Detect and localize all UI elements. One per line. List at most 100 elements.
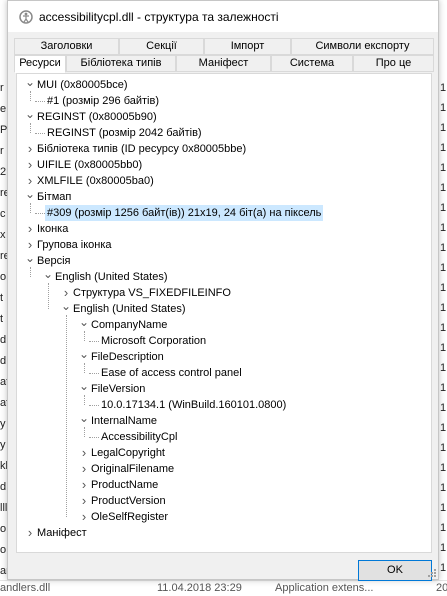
tree-guide-line: [48, 283, 49, 309]
tree-node-label: CompanyName: [91, 319, 168, 331]
tree-node-label: Бітмап: [37, 191, 72, 203]
background-text-fragment: y: [0, 418, 6, 430]
tree-guide-line: [30, 203, 31, 213]
tab-system[interactable]: Система: [271, 55, 353, 72]
background-text-fragment: c: [0, 208, 6, 220]
background-file-size: 20: [436, 582, 447, 594]
tree-connector: [89, 341, 99, 342]
background-text-fragment: 1: [440, 362, 447, 374]
tree-node[interactable]: ⌄ Бітмап: [17, 188, 431, 205]
tab-about[interactable]: Про це: [353, 55, 434, 72]
background-text-fragment: 1: [440, 342, 447, 354]
tree-node[interactable]: #309 (розмір 1256 байт(ів)) 21x19, 24 бі…: [17, 205, 431, 221]
ok-button[interactable]: OK: [358, 560, 432, 581]
background-text-fragment: 1: [440, 122, 447, 134]
tree-node[interactable]: ⌄ REGINST (0x80005b90): [17, 108, 431, 125]
tree-node[interactable]: › Іконка: [17, 221, 431, 237]
tree-node[interactable]: › Структура VS_FIXEDFILEINFO: [17, 285, 431, 301]
tree-node[interactable]: REGINST (розмір 2042 байтів): [17, 125, 431, 141]
tree-node[interactable]: › Групова іконка: [17, 237, 431, 253]
tree-node-label: #309 (розмір 1256 байт(ів)) 21x19, 24 бі…: [45, 205, 324, 221]
tree-node-label: #1 (розмір 296 байтів): [47, 95, 159, 107]
window-title: accessibilitycpl.dll - структура та зале…: [39, 10, 279, 24]
tree-node[interactable]: › LegalCopyright: [17, 445, 431, 461]
tree-connector: [35, 213, 45, 214]
tree-node-label: FileDescription: [91, 351, 164, 363]
tab-resources[interactable]: Ресурси: [14, 55, 66, 73]
tree-node-label: 10.0.17134.1 (WinBuild.160101.0800): [101, 399, 287, 411]
tab-imports[interactable]: Імпорт: [204, 38, 291, 55]
tab-manifest[interactable]: Маніфест: [176, 55, 271, 72]
tree-node[interactable]: › UIFILE (0x80005bb0): [17, 157, 431, 173]
tree-node-label: UIFILE (0x80005bb0): [37, 159, 143, 171]
tree-node-label: OriginalFilename: [91, 463, 175, 475]
tree-node[interactable]: ⌄ FileVersion: [17, 380, 431, 397]
chevron-right-icon[interactable]: ›: [79, 509, 89, 525]
background-text-fragment: 1: [440, 262, 447, 274]
tree-node[interactable]: ⌄ MUI (0x80005bce): [17, 76, 431, 93]
chevron-right-icon[interactable]: ›: [79, 445, 89, 461]
tab-type-library[interactable]: Бібліотека типів: [66, 55, 176, 72]
tree-guide-line: [66, 315, 67, 517]
tree-connector: [89, 405, 99, 406]
background-text-fragment: 1: [440, 402, 447, 414]
background-file-name: andlers.dll: [0, 582, 51, 594]
resize-grip-icon[interactable]: [427, 568, 437, 578]
chevron-right-icon[interactable]: ›: [25, 141, 35, 157]
tree-node[interactable]: ⌄ CompanyName: [17, 316, 431, 333]
tree-node-label: Структура VS_FIXEDFILEINFO: [73, 287, 231, 299]
title-bar[interactable]: accessibilitycpl.dll - структура та зале…: [8, 1, 438, 32]
background-text-fragment: 1: [440, 322, 447, 334]
app-icon: [19, 10, 33, 24]
tree-node[interactable]: AccessibilityCpl: [17, 429, 431, 445]
background-text-fragment: 1: [440, 482, 447, 494]
tree-connector: [89, 373, 99, 374]
tree-node-label: AccessibilityCpl: [101, 431, 178, 443]
tab-sections[interactable]: Секції: [119, 38, 204, 55]
tree-node[interactable]: › ProductVersion: [17, 493, 431, 509]
tree-node[interactable]: ⌄ FileDescription: [17, 348, 431, 365]
chevron-right-icon[interactable]: ›: [79, 493, 89, 509]
background-window-left: r e Pr 2 re c x re o t t d d at at y y kl d lll o o ar: [0, 0, 10, 595]
tree-node[interactable]: › ProductName: [17, 477, 431, 493]
tree-connector: [35, 101, 45, 102]
background-text-fragment: 1: [440, 422, 447, 434]
tree-node-label: Microsoft Corporation: [101, 335, 207, 347]
tree-node[interactable]: › Бібліотека типів (ID ресурсу 0x80005bbe…: [17, 141, 431, 157]
background-text-fragment: t: [0, 313, 4, 325]
background-text-fragment: 1: [440, 442, 447, 454]
tree-node[interactable]: ⌄ Версія: [17, 252, 431, 269]
tree-node-label: REGINST (розмір 2042 байтів): [47, 127, 202, 139]
chevron-right-icon[interactable]: ›: [25, 525, 35, 541]
background-text-fragment: y: [0, 439, 6, 451]
background-text-fragment: 1: [440, 282, 447, 294]
tree-node[interactable]: › XMLFILE (0x80005ba0): [17, 173, 431, 189]
tree-node[interactable]: › Маніфест: [17, 525, 431, 541]
background-text-fragment: 1: [440, 522, 447, 534]
resource-tree[interactable]: ⌄ MUI (0x80005bce) #1 (розмір 296 байтів) ⌄…: [17, 74, 431, 552]
background-text-fragment: o: [0, 523, 7, 535]
tab-export-symbols[interactable]: Символи експорту: [291, 38, 434, 55]
background-text-fragment: t: [0, 292, 4, 304]
tab-headers[interactable]: Заголовки: [14, 38, 119, 55]
background-file-type: Application extens...: [275, 582, 374, 594]
tree-node[interactable]: ⌄ InternalName: [17, 412, 431, 429]
tree-node[interactable]: #1 (розмір 296 байтів): [17, 93, 431, 109]
tree-node-label: English (United States): [73, 303, 186, 315]
dependencies-dialog: accessibilitycpl.dll - структура та зале…: [7, 0, 439, 581]
tree-node-label: Ease of access control panel: [101, 367, 242, 379]
background-text-fragment: o: [0, 544, 7, 556]
background-text-fragment: 1: [440, 142, 447, 154]
tree-connector: [35, 133, 45, 134]
chevron-right-icon[interactable]: ›: [79, 461, 89, 477]
chevron-right-icon[interactable]: ›: [25, 157, 35, 173]
tree-node[interactable]: ⌄ English (United States): [17, 268, 431, 285]
chevron-right-icon[interactable]: ›: [79, 477, 89, 493]
chevron-right-icon[interactable]: ›: [25, 221, 35, 237]
tree-node[interactable]: › OleSelfRegister: [17, 509, 431, 525]
tree-node-label: Бібліотека типів (ID ресурсу 0x80005bbe): [37, 143, 247, 155]
tree-guide-line: [30, 267, 31, 277]
tree-node[interactable]: › OriginalFilename: [17, 461, 431, 477]
tab-row-front: Ресурси Бібліотека типів Маніфест Систем…: [14, 55, 434, 73]
background-text-fragment: 1: [440, 382, 447, 394]
